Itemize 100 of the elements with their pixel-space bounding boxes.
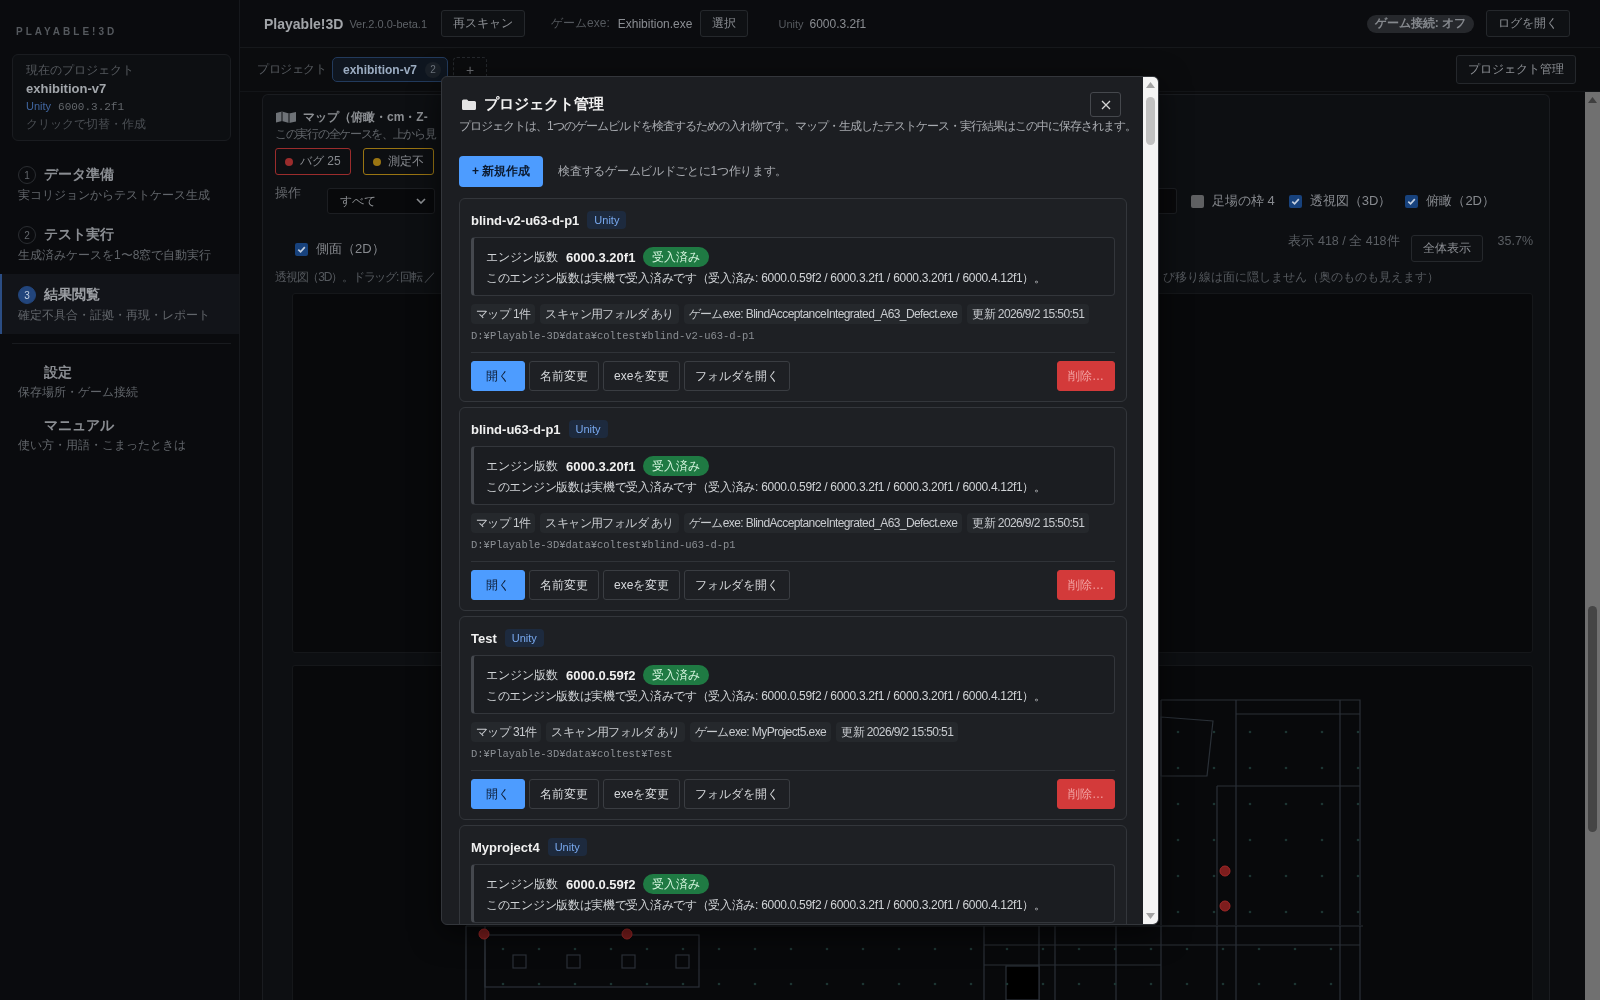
action-button[interactable]: exeを変更 — [603, 779, 681, 809]
engine-tag: Unity — [504, 629, 544, 647]
engine-tag: Unity — [568, 420, 608, 438]
action-button[interactable]: フォルダを開く — [684, 570, 791, 600]
nav-link-description: 使い方・用語・こまったときは — [18, 437, 186, 453]
action-button[interactable]: 開く — [471, 361, 525, 391]
info-chip: 更新 2026/9/2 15:50:51 — [967, 304, 1090, 324]
action-button[interactable]: exeを変更 — [603, 570, 681, 600]
checkbox[interactable] — [1405, 194, 1419, 208]
page-scrollbar-track[interactable] — [1585, 92, 1600, 1000]
status-badge: 受入済み — [643, 247, 710, 267]
create-project-button[interactable]: + 新規作成 — [459, 156, 544, 187]
engine-note: このエンジン版数は実機で受入済みです（受入済み: 6000.0.59f2 / 6000.3.2f1 / 6000.3.20f1 / 6000.4.12f1）。 — [486, 897, 1046, 913]
select-exe-button[interactable]: 選択 — [700, 10, 749, 37]
engine-note: このエンジン版数は実機で受入済みです（受入済み: 6000.0.59f2 / 6000.3.2f1 / 6000.3.20f1 / 6000.4.12f1）。 — [486, 270, 1046, 286]
folder-path: D:¥Playable-3D¥data¥coltest¥blind-u63-d-p1 — [471, 538, 736, 552]
engine-note: このエンジン版数は実機で受入済みです（受入済み: 6000.0.59f2 / 6000.3.2f1 / 6000.3.20f1 / 6000.4.12f1）。 — [486, 479, 1046, 495]
folder-path: D:¥Playable-3D¥data¥coltest¥blind-v2-u63-d-p1 — [471, 329, 755, 343]
exe-name: Exhibition.exe — [617, 16, 693, 31]
nav-item-description: 生成済みケースを1〜8窓で自動実行 — [18, 247, 212, 263]
connection-status-badge: ゲーム接続: オフ — [1366, 14, 1474, 33]
action-button[interactable]: 名前変更 — [529, 361, 599, 391]
info-chip: 更新 2026/9/2 15:50:51 — [967, 513, 1090, 533]
brand-name: PLAYABLE!3D — [16, 25, 118, 39]
chevron-down-icon — [416, 198, 426, 204]
engine-tag: Unity — [547, 838, 587, 856]
close-button[interactable] — [1090, 92, 1121, 117]
action-button[interactable]: exeを変更 — [603, 361, 681, 391]
checkbox-label: 俯瞰（2D） — [1426, 192, 1495, 210]
map-title: マップ（俯瞰・cm・Z- — [303, 108, 428, 126]
scroll-up-arrow-icon[interactable] — [1588, 97, 1597, 103]
checkbox[interactable] — [1288, 194, 1302, 208]
checkbox[interactable] — [1190, 194, 1204, 208]
nav-item-title: テスト実行 — [44, 226, 114, 244]
info-chip: スキャン用フォルダ あり — [540, 304, 679, 324]
fit-all-button[interactable]: 全体表示 — [1410, 235, 1483, 262]
project-tab[interactable]: exhibition-v7 2 — [332, 57, 448, 82]
view-caption: 透視図（3D）。ドラッグ: 回転 ／ — [275, 270, 435, 285]
project-manager-button[interactable]: プロジェクト管理 — [1456, 55, 1576, 84]
map-icon — [275, 111, 297, 123]
nav-item-title: データ準備 — [44, 166, 114, 184]
dialog-scrollbar-track[interactable] — [1143, 77, 1158, 924]
action-button[interactable]: フォルダを開く — [684, 361, 791, 391]
nav-link[interactable]: 設定 — [44, 362, 72, 382]
nav-item[interactable]: 2 テスト実行 生成済みケースを1〜8窓で自動実行 — [0, 214, 239, 274]
map-subtitle: この実行の全ケースを、上から見 — [275, 126, 436, 142]
info-chip: 更新 2026/9/2 15:50:51 — [836, 722, 959, 742]
dialog-scrollbar-thumb[interactable] — [1146, 97, 1155, 145]
marker-icon — [1219, 900, 1231, 912]
checkbox-label: 側面（2D） — [316, 240, 385, 258]
status-badge: 受入済み — [643, 874, 710, 894]
exe-label: ゲームexe: — [551, 15, 610, 32]
action-button[interactable]: 開く — [471, 779, 525, 809]
checkbox-label: 透視図（3D） — [1309, 192, 1392, 210]
page-scrollbar-thumb[interactable] — [1588, 606, 1597, 832]
marker-icon — [1219, 865, 1231, 877]
engine-name: Unity — [26, 99, 52, 114]
nav-item-description: 確定不具合・証拠・再現・レポート — [18, 307, 210, 323]
nav-item[interactable]: 1 データ準備 実コリジョンからテストケース生成 — [0, 154, 239, 214]
engine-version: 6000.3.20f1 — [566, 249, 636, 265]
checkbox[interactable] — [295, 242, 308, 256]
action-button[interactable]: 名前変更 — [529, 570, 599, 600]
marker-icon — [478, 928, 490, 940]
checkbox-label: 足場の枠 4 — [1211, 192, 1275, 210]
info-chip: マップ 1件 — [471, 513, 536, 533]
close-icon — [1100, 99, 1111, 110]
engine-version: 6000.3.2f1 — [58, 100, 125, 115]
engine-version-label: エンジン版数 — [486, 875, 558, 893]
scroll-down-arrow-icon[interactable] — [1146, 913, 1155, 919]
status-badge: 受入済み — [643, 456, 710, 476]
operation-select[interactable]: すべて — [327, 188, 435, 214]
project-name: blind-u63-d-p1 — [471, 421, 561, 437]
filter-chip[interactable]: 測定不 — [362, 148, 434, 175]
nav-link-description: 保存場所・ゲーム接続 — [18, 384, 138, 400]
rescan-button[interactable]: 再スキャン — [441, 10, 526, 37]
open-log-button[interactable]: ログを開く — [1486, 10, 1570, 37]
action-button[interactable]: フォルダを開く — [684, 779, 791, 809]
engine-label: Unity — [778, 17, 804, 30]
app-name: Playable!3D — [264, 15, 344, 32]
zoom-level: 35.7% — [1497, 233, 1533, 250]
nav-item[interactable]: 3 結果閲覧 確定不具合・証拠・再現・レポート — [0, 274, 239, 334]
info-chip: ゲームexe: BlindAcceptanceIntegrated_A63_Defect.exe — [683, 513, 963, 533]
info-chip: スキャン用フォルダ あり — [540, 513, 679, 533]
engine-version: 6000.3.20f1 — [566, 458, 636, 474]
project-name: blind-v2-u63-d-p1 — [471, 212, 580, 228]
dialog-title: プロジェクト管理 — [484, 95, 604, 114]
nav-link[interactable]: マニュアル — [44, 415, 114, 435]
info-chip: ゲームexe: MyProject5.exe — [689, 722, 832, 742]
dialog-description: プロジェクトは、1つのゲームビルドを検査するための入れ物です。マップ・生成したテストケース・実行結果はこの中に保存されます。 — [459, 118, 1136, 134]
filter-chip[interactable]: バグ 25 — [275, 148, 351, 175]
marker-icon — [621, 928, 633, 940]
action-button[interactable]: 名前変更 — [529, 779, 599, 809]
engine-version-label: エンジン版数 — [486, 457, 558, 475]
action-button[interactable]: 開く — [471, 570, 525, 600]
engine-version: 6000.3.2f1 — [809, 16, 867, 31]
engine-version: 6000.0.59f2 — [566, 667, 636, 683]
folder-path: D:¥Playable-3D¥data¥coltest¥Test — [471, 747, 673, 761]
status-badge: 受入済み — [643, 665, 710, 685]
case-count: 表示 418 / 全 418件 — [1288, 233, 1400, 250]
scroll-up-arrow-icon[interactable] — [1146, 82, 1155, 88]
